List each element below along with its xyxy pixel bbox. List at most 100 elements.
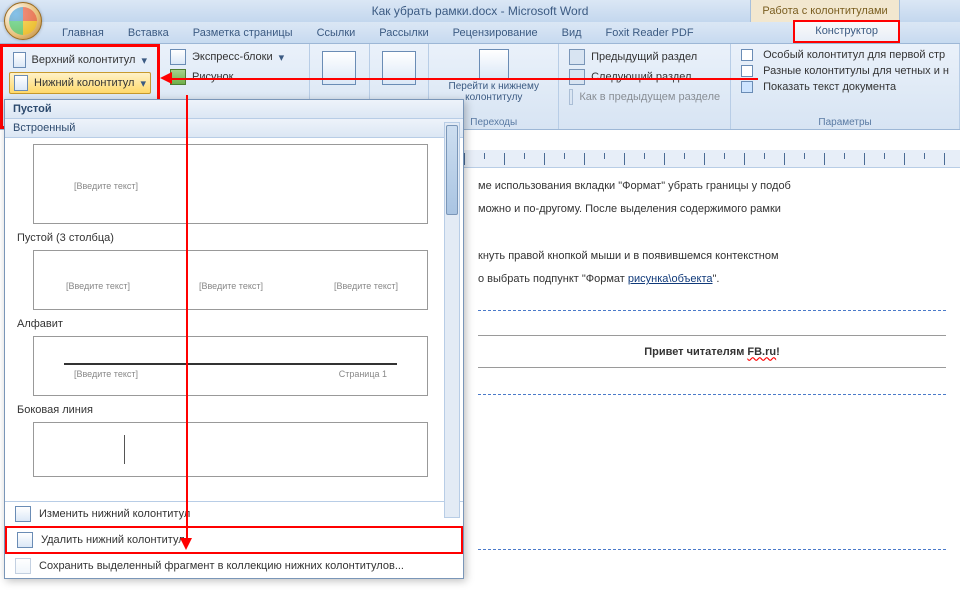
header-label: Верхний колонтитул — [32, 54, 136, 66]
text-fragment: о выбрать подпункт "Формат — [478, 273, 628, 285]
edit-footer-label: Изменить нижний колонтитул — [39, 508, 190, 520]
page-number-text: Страница 1 — [339, 369, 387, 379]
gallery-item-sideline[interactable] — [33, 422, 428, 477]
tab-mail[interactable]: Рассылки — [367, 24, 440, 43]
save-footer-label: Сохранить выделенный фрагмент в коллекци… — [39, 560, 404, 572]
tab-links[interactable]: Ссылки — [305, 24, 368, 43]
tab-designer[interactable]: Конструктор — [793, 20, 900, 43]
placeholder-text: [Введите текст] — [74, 369, 138, 379]
picture-icon — [170, 69, 186, 85]
doc-paragraph[interactable]: можно и по-другому. После выделения соде… — [478, 201, 946, 218]
header-icon — [13, 52, 26, 68]
picture-label: Рисунок — [192, 71, 234, 83]
params-group-label: Параметры — [731, 117, 959, 128]
tab-review[interactable]: Рецензирование — [441, 24, 550, 43]
doc-paragraph[interactable]: кнуть правой кнопкой мыши и в появившемс… — [478, 248, 946, 265]
group-sections: Предыдущий раздел Следующий раздел Как в… — [559, 44, 731, 129]
save-footer-item: Сохранить выделенный фрагмент в коллекци… — [5, 554, 463, 578]
tab-insert[interactable]: Вставка — [116, 24, 181, 43]
annotation-arrow-vertical — [186, 95, 188, 540]
checkbox-icon — [741, 49, 753, 61]
text-fragment: ". — [713, 273, 720, 285]
document-body[interactable]: ме использования вкладки "Формат" убрать… — [464, 168, 960, 582]
gallery-item-empty[interactable]: [Введите текст] — [33, 144, 428, 224]
diff-oddeven-check[interactable]: Разные колонтитулы для четных и н — [737, 63, 953, 79]
goto-footer-icon[interactable] — [479, 49, 509, 79]
annotation-arrow-horizontal — [168, 78, 758, 80]
remove-icon — [17, 532, 33, 548]
asprev-icon — [569, 89, 573, 105]
footer-text: Привет читателям — [644, 346, 747, 358]
footer-icon — [14, 75, 28, 91]
gallery-label-alphabet: Алфавит — [13, 310, 443, 334]
prev-label: Предыдущий раздел — [591, 51, 697, 63]
show-text-label: Показать текст документа — [763, 81, 896, 93]
contextual-tab-title: Работа с колонтитулами — [750, 0, 900, 22]
edit-footer-item[interactable]: Изменить нижний колонтитул — [5, 502, 463, 526]
footer-content-box[interactable]: Привет читателям FB.ru! — [478, 335, 946, 368]
gallery-label-empty3: Пустой (3 столбца) — [13, 224, 443, 248]
footer-gallery-dropdown: Пустой Встроенный [Введите текст] Пустой… — [4, 99, 464, 579]
tab-foxit[interactable]: Foxit Reader PDF — [594, 24, 706, 43]
footer-button[interactable]: Нижний колонтитул ▾ — [9, 72, 151, 94]
placeholder-text: [Введите текст] — [199, 281, 263, 291]
checkbox-checked-icon — [741, 81, 753, 93]
section-separator — [478, 310, 946, 311]
prev-icon — [569, 49, 585, 65]
arrowhead-down-icon — [180, 538, 192, 550]
scrollbar-thumb[interactable] — [446, 125, 458, 215]
picture-button[interactable]: Рисунок — [166, 67, 303, 87]
placeholder-text: [Введите текст] — [334, 281, 398, 291]
next-label: Следующий раздел — [591, 71, 691, 83]
horizontal-ruler[interactable] — [464, 150, 960, 168]
tab-layout[interactable]: Разметка страницы — [181, 24, 305, 43]
next-icon — [569, 69, 585, 85]
arrowhead-left-icon — [160, 72, 172, 84]
blocks-icon — [170, 49, 186, 65]
gallery-footer: Изменить нижний колонтитул Удалить нижни… — [5, 501, 463, 578]
special-first-check[interactable]: Особый колонтитул для первой стр — [737, 47, 953, 63]
section-separator — [478, 394, 946, 395]
edit-icon — [15, 506, 31, 522]
remove-footer-item[interactable]: Удалить нижний колонтитул — [5, 526, 463, 554]
text-fragment: ме использования вкладки "Формат" убрать… — [478, 180, 791, 192]
gallery-header-empty: Пустой — [5, 100, 463, 119]
title-bar: Как убрать рамки.docx - Microsoft Word Р… — [0, 0, 960, 22]
checkbox-icon — [741, 65, 753, 77]
footer-label: Нижний колонтитул — [34, 77, 134, 89]
asprev-label: Как в предыдущем разделе — [579, 91, 720, 103]
special-first-label: Особый колонтитул для первой стр — [763, 49, 945, 61]
next-section-button[interactable]: Следующий раздел — [565, 67, 724, 87]
gallery-scroll[interactable]: [Введите текст] Пустой (3 столбца) [Введ… — [5, 138, 463, 501]
gallery-item-alphabet[interactable]: [Введите текст] Страница 1 — [33, 336, 428, 396]
show-text-check[interactable]: Показать текст документа — [737, 79, 953, 95]
express-blocks-button[interactable]: Экспресс-блоки ▾ — [166, 47, 303, 67]
text-fragment: можно и по-другому. После выделения соде… — [478, 203, 781, 215]
section-separator — [478, 549, 946, 550]
doc-paragraph[interactable]: о выбрать подпункт "Формат рисунка\объек… — [478, 271, 946, 288]
as-prev-button: Как в предыдущем разделе — [565, 87, 724, 107]
gallery-scrollbar[interactable] — [444, 122, 460, 518]
header-button[interactable]: Верхний колонтитул ▾ — [9, 50, 151, 70]
save-icon — [15, 558, 31, 574]
footer-text-wavy: FB.ru — [747, 346, 776, 358]
group-options: Особый колонтитул для первой стр Разные … — [731, 44, 960, 129]
ribbon-tabs: Главная Вставка Разметка страницы Ссылки… — [0, 22, 960, 44]
tab-home[interactable]: Главная — [50, 24, 116, 43]
gallery-item-empty3[interactable]: [Введите текст] [Введите текст] [Введите… — [33, 250, 428, 310]
gallery-label-sideline: Боковая линия — [13, 396, 443, 420]
tab-view[interactable]: Вид — [550, 24, 594, 43]
text-link: рисунка\объекта — [628, 273, 713, 285]
gallery-header-builtin: Встроенный — [5, 119, 463, 138]
remove-footer-label: Удалить нижний колонтитул — [41, 534, 185, 546]
express-label: Экспресс-блоки — [192, 51, 273, 63]
document-area: ме использования вкладки "Формат" убрать… — [464, 150, 960, 592]
footer-text: ! — [776, 346, 780, 358]
placeholder-text: [Введите текст] — [66, 281, 130, 291]
placeholder-text: [Введите текст] — [74, 181, 138, 191]
doc-paragraph[interactable]: ме использования вкладки "Формат" убрать… — [478, 178, 946, 195]
diff-oddeven-label: Разные колонтитулы для четных и н — [763, 65, 949, 77]
prev-section-button[interactable]: Предыдущий раздел — [565, 47, 724, 67]
text-fragment: кнуть правой кнопкой мыши и в появившемс… — [478, 250, 779, 262]
office-button[interactable] — [4, 2, 42, 40]
